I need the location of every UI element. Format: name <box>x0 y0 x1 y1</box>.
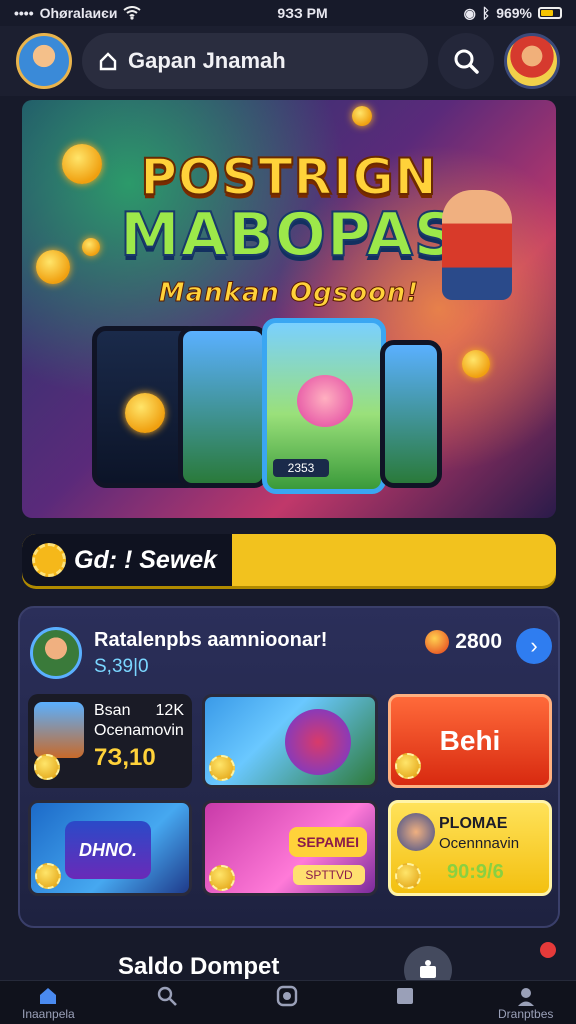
nav-home[interactable]: Inaanpela <box>22 985 75 1021</box>
coin-badge-icon <box>395 753 421 779</box>
nav-grid[interactable] <box>394 985 416 1007</box>
promo-title: Ratalenpbs aamnioonar! <box>94 628 328 651</box>
search-button[interactable] <box>438 33 494 89</box>
game-tile-2[interactable] <box>202 694 378 788</box>
tile-1-count: 12K <box>155 702 184 719</box>
play-button-label: Behi <box>439 725 501 756</box>
phone-mockup-right <box>380 340 442 488</box>
nav-search[interactable] <box>156 985 178 1007</box>
app-title: Gapan Jnamah <box>128 48 286 73</box>
promo-avatar <box>30 627 82 679</box>
game-tile-5[interactable]: SEPAMEI SPTTVD <box>202 800 378 896</box>
phone-mockup-middle-left <box>178 326 268 488</box>
games-panel: Ratalenpbs aamnioonar! S,39|0 2800 › Bsa… <box>18 606 560 928</box>
hero-character <box>442 190 512 300</box>
signal-icon: •••• <box>14 5 34 21</box>
location-icon: ◉ <box>463 4 476 21</box>
coin-icon <box>425 630 450 654</box>
top-header: Gapan Jnamah <box>0 26 576 96</box>
wifi-icon <box>123 6 142 20</box>
nav-profile[interactable]: Dranptbes <box>498 985 553 1021</box>
carrier-label: Ohøralaиєи <box>39 5 118 21</box>
tile-1-subtitle: Ocenamovin <box>94 722 184 739</box>
wallet-icon <box>420 960 436 978</box>
bluetooth-icon: ᛒ <box>481 5 491 21</box>
home-icon <box>40 988 57 1004</box>
play-button[interactable]: Behi <box>388 694 552 788</box>
coin-badge-icon <box>35 863 61 889</box>
promo-subtitle: S,39|0 <box>94 655 149 677</box>
title-pill[interactable]: Gapan Jnamah <box>82 33 428 89</box>
user-icon <box>517 988 534 1006</box>
search-icon <box>454 49 479 74</box>
status-bar: •••• Ohøralaиєи 9ЗЗ PM ◉ ᛒ 969% <box>0 0 576 26</box>
coin-badge-icon <box>209 755 235 781</box>
square-icon <box>397 988 413 1004</box>
wallet-balance-label: Saldo Dompet <box>118 953 280 980</box>
coin-balance: 2800 <box>425 630 502 654</box>
reward-bar[interactable]: Gd: ! Sewek <box>22 534 556 586</box>
nav-profile-label: Dranptbes <box>498 1007 554 1021</box>
game-tile-1[interactable]: Bsan 12K Ocenamovin 7З,10 <box>28 694 192 788</box>
profile-avatar[interactable] <box>16 33 72 89</box>
tile-5-subtitle: SPTTVD <box>293 865 365 885</box>
battery-percent: 969% <box>496 5 532 21</box>
phone-label: 2353 <box>273 459 329 477</box>
next-button[interactable]: › <box>516 628 552 664</box>
chevron-right-icon: › <box>530 633 538 658</box>
search-icon <box>157 986 177 1006</box>
coin-badge-icon <box>34 754 60 780</box>
tile-6-subtitle: Ocennnavin <box>439 835 520 852</box>
reward-bar-label: Gd: ! Sewek <box>74 545 218 574</box>
camera-icon <box>276 985 298 1007</box>
tile-4-label: DHNO. <box>65 821 151 879</box>
battery-icon <box>538 7 562 19</box>
clock: 9ЗЗ PM <box>277 5 328 21</box>
phone-mockup-center: 2353 <box>262 318 386 494</box>
nav-home-label: Inaanpela <box>22 1007 75 1021</box>
tile-1-title: Bsan <box>94 702 131 719</box>
game-tile-4[interactable]: DHNO. <box>28 800 192 896</box>
tile-1-value: 7З,10 <box>94 744 156 771</box>
bottom-nav: Inaanpela Dranptbes <box>0 980 576 1024</box>
tile-6-title: PLOMAE <box>439 815 508 832</box>
home-icon <box>99 52 117 71</box>
nav-center[interactable] <box>276 985 298 1007</box>
character-avatar[interactable] <box>504 33 560 89</box>
coin-badge-icon <box>209 865 235 891</box>
hero-banner[interactable]: POSTRIGN MABOPAS Mankan Ogsoon! 2353 <box>22 100 556 518</box>
game-tile-6[interactable]: PLOMAE Ocennnavin 90:9/6 <box>388 800 552 896</box>
gear-coin-icon <box>32 543 66 577</box>
tile-5-title: SEPAMEI <box>289 827 367 857</box>
tile-6-value: 90:9/6 <box>447 861 504 883</box>
coin-count: 2800 <box>455 630 502 653</box>
notification-dot <box>540 942 556 958</box>
coin-badge-icon <box>395 863 421 889</box>
